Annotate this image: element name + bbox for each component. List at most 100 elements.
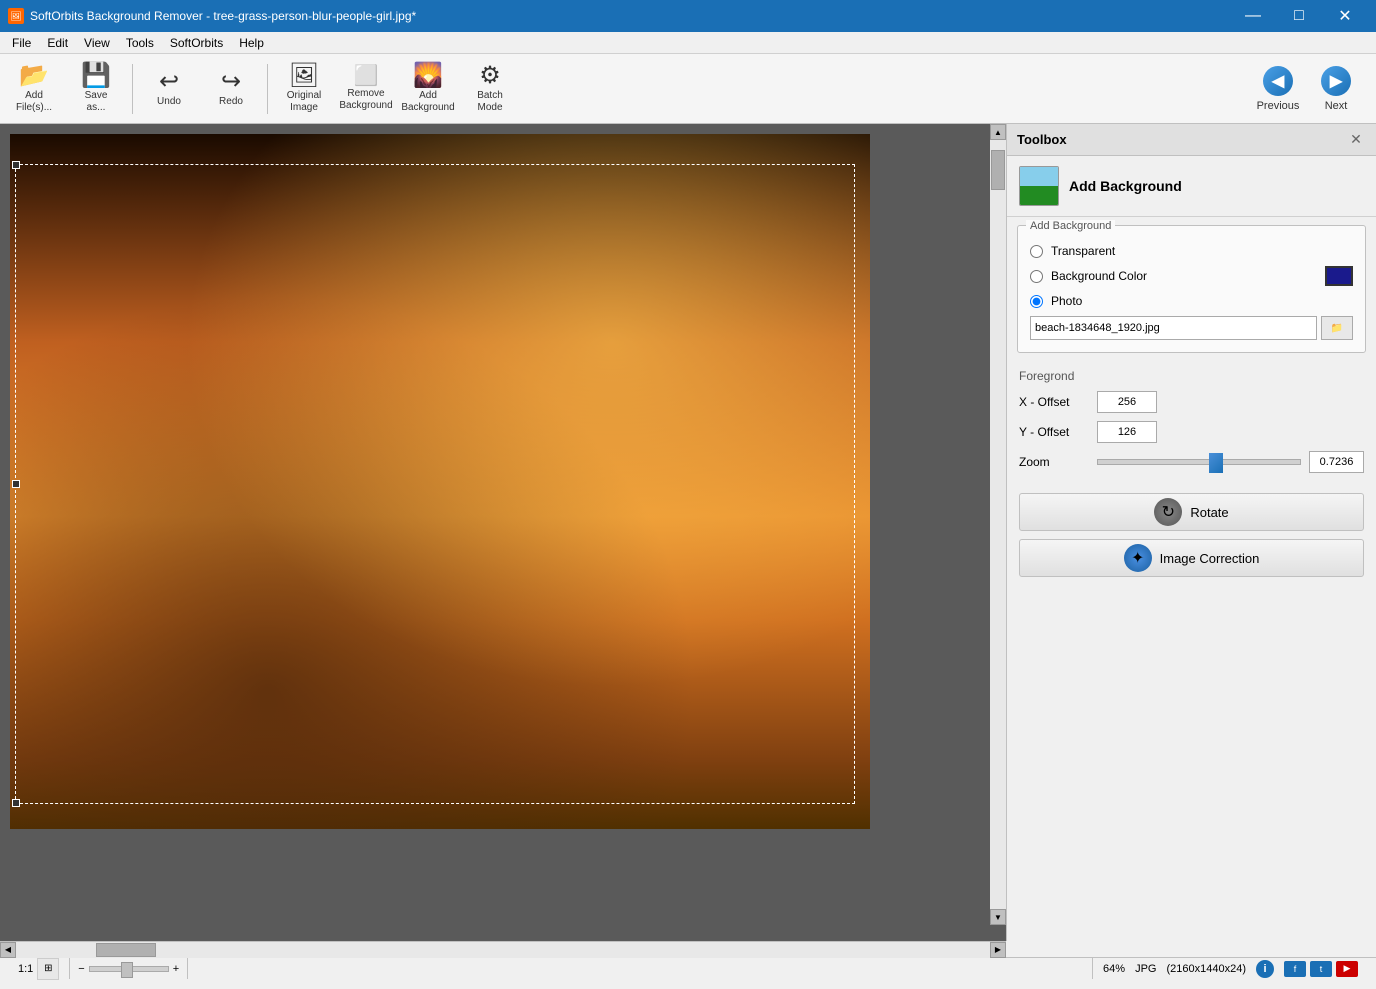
zoom-minus-icon[interactable]: −	[78, 963, 84, 975]
menu-tools[interactable]: Tools	[118, 34, 162, 52]
add-background-group-label: Add Background	[1026, 220, 1115, 232]
menu-softorbits[interactable]: SoftOrbits	[162, 34, 231, 52]
rotate-button[interactable]: ↻ Rotate	[1019, 493, 1364, 531]
menu-bar: File Edit View Tools SoftOrbits Help	[0, 32, 1376, 54]
facebook-button[interactable]: f	[1284, 961, 1306, 977]
add-files-label: AddFile(s)...	[16, 90, 52, 114]
app-icon: 🖼	[8, 8, 24, 24]
image-correction-label: Image Correction	[1160, 551, 1260, 566]
title-bar: 🖼 SoftOrbits Background Remover - tree-g…	[0, 0, 1376, 32]
menu-edit[interactable]: Edit	[39, 34, 76, 52]
next-button[interactable]: ▶ Next	[1308, 58, 1364, 120]
add-files-button[interactable]: 📂 AddFile(s)...	[4, 58, 64, 120]
status-info: 64% JPG (2160x1440x24) i f t ▶	[1092, 958, 1368, 979]
file-format: JPG	[1135, 963, 1156, 975]
youtube-button[interactable]: ▶	[1336, 961, 1358, 977]
zoom-percent: 64%	[1103, 963, 1125, 975]
scroll-track-v[interactable]	[990, 140, 1006, 909]
scroll-right-button[interactable]: ▶	[990, 942, 1006, 958]
y-offset-label: Y - Offset	[1019, 425, 1089, 439]
undo-icon: ↩	[159, 70, 179, 94]
title-bar-left: 🖼 SoftOrbits Background Remover - tree-g…	[8, 8, 416, 24]
rotate-label: Rotate	[1190, 505, 1228, 520]
toolbar-nav: ◀ Previous ▶ Next	[1250, 58, 1372, 120]
toolbar-separator-1	[132, 64, 133, 114]
rotate-icon: ↻	[1154, 498, 1182, 526]
add-background-button[interactable]: 🌄 AddBackground	[398, 58, 458, 120]
scroll-down-button[interactable]: ▼	[990, 909, 1006, 925]
remove-bg-label: RemoveBackground	[339, 88, 392, 112]
background-color-radio[interactable]	[1030, 270, 1043, 283]
photo-radio[interactable]	[1030, 295, 1043, 308]
add-bg-label: AddBackground	[401, 90, 454, 114]
zoom-ratio: 1:1	[18, 963, 33, 975]
photo-label: Photo	[1051, 294, 1082, 308]
canvas-image	[10, 134, 870, 829]
zoom-plus-icon[interactable]: +	[173, 963, 179, 975]
original-image-button[interactable]: 🖼 OriginalImage	[274, 58, 334, 120]
twitter-button[interactable]: t	[1310, 961, 1332, 977]
zoom-ratio-section: 1:1 ⊞	[8, 958, 70, 979]
remove-background-button[interactable]: ⬜ RemoveBackground	[336, 58, 396, 120]
previous-icon: ◀	[1263, 66, 1293, 96]
image-correction-icon: ✦	[1124, 544, 1152, 572]
horizontal-scrollbar[interactable]: ◀ ▶	[0, 941, 1006, 957]
scroll-thumb-v[interactable]	[991, 150, 1005, 190]
original-image-icon: 🖼	[289, 64, 319, 88]
toolbar: 📂 AddFile(s)... 💾 Saveas... ↩ Undo ↪ Red…	[0, 54, 1376, 124]
background-color-option-row: Background Color	[1030, 266, 1353, 286]
batch-icon: ⚙	[479, 64, 501, 88]
previous-button[interactable]: ◀ Previous	[1250, 58, 1306, 120]
save-as-icon: 💾	[81, 64, 111, 88]
maximize-button[interactable]: □	[1276, 0, 1322, 32]
toolbox-title: Toolbox	[1017, 132, 1067, 147]
add-background-icon	[1019, 166, 1059, 206]
photo-filename-input[interactable]	[1030, 316, 1317, 340]
zoom-level-slider[interactable]	[89, 966, 169, 972]
transparent-radio[interactable]	[1030, 245, 1043, 258]
vertical-scrollbar[interactable]: ▲ ▼	[990, 124, 1006, 925]
scroll-track-h[interactable]	[16, 942, 990, 958]
canvas-area[interactable]: ▲ ▼	[0, 124, 1006, 941]
add-background-options: Transparent Background Color Photo 📁	[1018, 240, 1365, 352]
scroll-up-button[interactable]: ▲	[990, 124, 1006, 140]
window-title: SoftOrbits Background Remover - tree-gra…	[30, 9, 416, 23]
background-color-swatch[interactable]	[1325, 266, 1353, 286]
close-button[interactable]: ✕	[1322, 0, 1368, 32]
toolbar-separator-2	[267, 64, 268, 114]
batch-mode-button[interactable]: ⚙ BatchMode	[460, 58, 520, 120]
original-image-label: OriginalImage	[287, 90, 321, 114]
menu-view[interactable]: View	[76, 34, 118, 52]
scroll-thumb-h[interactable]	[96, 943, 156, 957]
x-offset-input[interactable]	[1097, 391, 1157, 413]
zoom-level-thumb[interactable]	[121, 962, 133, 978]
add-background-icon-inner	[1020, 167, 1058, 205]
next-label: Next	[1325, 100, 1348, 112]
add-background-title: Add Background	[1069, 178, 1182, 194]
save-as-button[interactable]: 💾 Saveas...	[66, 58, 126, 120]
toolbox-panel: Toolbox ✕ Add Background Add Background …	[1006, 124, 1376, 941]
y-offset-input[interactable]	[1097, 421, 1157, 443]
main-area: ▲ ▼ Toolbox ✕ Add Background Add Backgro…	[0, 124, 1376, 941]
action-buttons: ↻ Rotate ✦ Image Correction	[1007, 489, 1376, 589]
image-correction-button[interactable]: ✦ Image Correction	[1019, 539, 1364, 577]
canvas-image-background	[10, 134, 870, 829]
status-bar: 1:1 ⊞ − + 64% JPG (2160x1440x24) i f t ▶	[0, 957, 1376, 979]
zoom-thumb[interactable]	[1209, 453, 1223, 473]
redo-label: Redo	[219, 96, 243, 108]
redo-button[interactable]: ↪ Redo	[201, 58, 261, 120]
info-button[interactable]: i	[1256, 960, 1274, 978]
zoom-slider[interactable]	[1097, 459, 1301, 465]
scroll-left-button[interactable]: ◀	[0, 942, 16, 958]
menu-help[interactable]: Help	[231, 34, 272, 52]
x-offset-row: X - Offset	[1019, 391, 1364, 413]
menu-file[interactable]: File	[4, 34, 39, 52]
undo-button[interactable]: ↩ Undo	[139, 58, 199, 120]
zoom-label: Zoom	[1019, 455, 1089, 469]
photo-file-row: 📁	[1030, 316, 1353, 340]
toolbox-close-button[interactable]: ✕	[1346, 130, 1366, 150]
remove-bg-icon: ⬜	[354, 66, 379, 86]
x-offset-label: X - Offset	[1019, 395, 1089, 409]
minimize-button[interactable]: —	[1230, 0, 1276, 32]
browse-button[interactable]: 📁	[1321, 316, 1353, 340]
